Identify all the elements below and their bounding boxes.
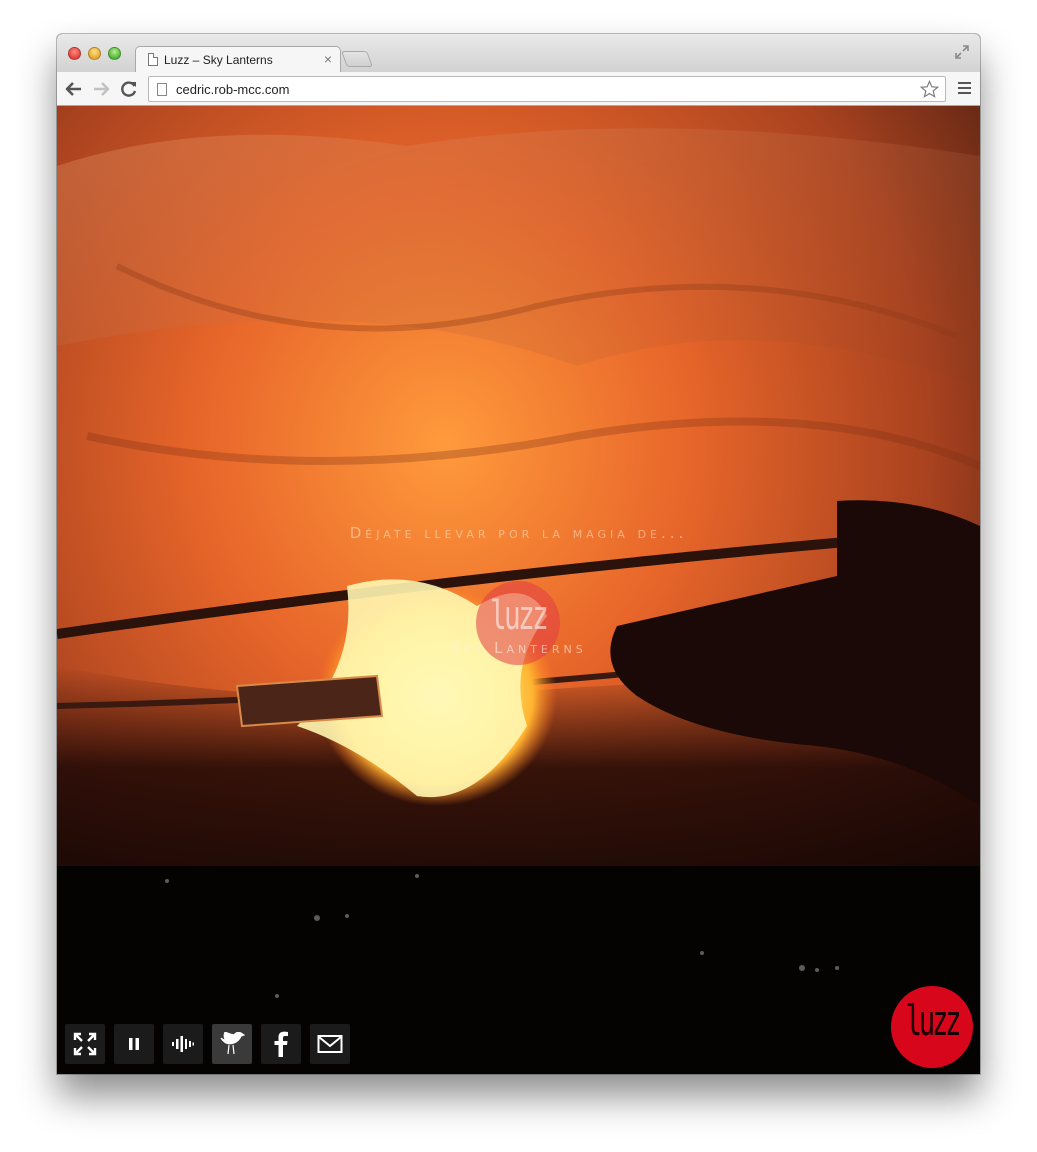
- tagline: Déjate llevar por la magia de...: [349, 524, 688, 542]
- subtitle: Sky Lanterns: [450, 639, 587, 657]
- star-icon[interactable]: [920, 80, 939, 99]
- expand-arrows-icon: [73, 1032, 97, 1056]
- twitter-bird-icon: [220, 1032, 245, 1055]
- sound-wave-icon: [172, 1036, 194, 1052]
- minimize-window-icon[interactable]: [88, 47, 101, 60]
- tab-title: Luzz – Sky Lanterns: [164, 53, 273, 67]
- browser-window: Luzz – Sky Lanterns × cedric.rob-mcc.com: [57, 34, 980, 1074]
- luzz-corner-logo[interactable]: luzz: [891, 986, 973, 1068]
- url-text[interactable]: cedric.rob-mcc.com: [176, 82, 289, 97]
- corner-logo-text: luzz: [905, 996, 962, 1045]
- forward-arrow-icon[interactable]: [90, 78, 112, 100]
- address-bar[interactable]: cedric.rob-mcc.com: [148, 76, 946, 102]
- envelope-icon: [317, 1035, 343, 1053]
- new-tab-button[interactable]: [341, 51, 373, 67]
- video-player[interactable]: Déjate llevar por la magia de... luzz Sk…: [57, 106, 980, 1074]
- maximize-window-icon[interactable]: [108, 47, 121, 60]
- luzz-logo-text: luzz: [489, 593, 549, 639]
- facebook-icon: [274, 1031, 288, 1057]
- page-icon: [157, 83, 167, 96]
- email-button[interactable]: [310, 1024, 350, 1064]
- pause-icon: [129, 1038, 139, 1050]
- facebook-button[interactable]: [261, 1024, 301, 1064]
- tab-close-icon[interactable]: ×: [324, 51, 332, 67]
- back-arrow-icon[interactable]: [63, 78, 85, 100]
- page-icon: [148, 53, 158, 66]
- browser-toolbar: cedric.rob-mcc.com: [57, 72, 980, 106]
- fullscreen-icon[interactable]: [954, 44, 970, 60]
- reload-icon[interactable]: [118, 78, 140, 100]
- fullscreen-button[interactable]: [65, 1024, 105, 1064]
- tab-strip: Luzz – Sky Lanterns ×: [57, 34, 980, 73]
- tab-luzz[interactable]: Luzz – Sky Lanterns ×: [135, 46, 341, 73]
- sound-button[interactable]: [163, 1024, 203, 1064]
- close-window-icon[interactable]: [68, 47, 81, 60]
- pause-button[interactable]: [114, 1024, 154, 1064]
- menu-icon[interactable]: [958, 82, 972, 96]
- twitter-button[interactable]: [212, 1024, 252, 1064]
